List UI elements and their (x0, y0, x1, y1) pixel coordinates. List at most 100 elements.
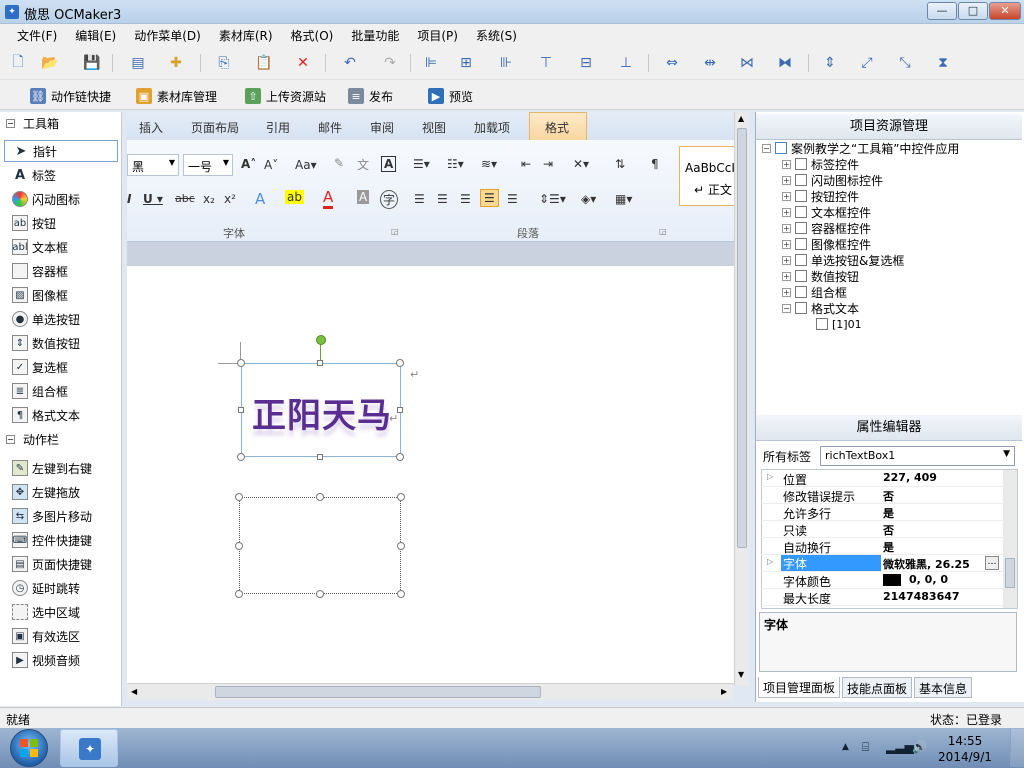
tab-format[interactable]: 格式 (545, 119, 569, 136)
open-folder-icon[interactable]: 📂 (38, 51, 62, 75)
prop-object-select[interactable]: richTextBox1 ▼ (820, 446, 1015, 466)
justify-icon[interactable]: ☰ (480, 189, 499, 207)
prop-row[interactable]: 自动换行 是 (761, 538, 1003, 555)
italic-icon[interactable]: I (127, 192, 131, 206)
font-dialog-launcher-icon[interactable]: ◲ (391, 227, 399, 236)
action-select-area[interactable]: 选中区域 (4, 601, 118, 623)
resize-handle[interactable] (397, 493, 405, 501)
increase-indent-icon[interactable]: ⇥ (543, 157, 553, 171)
prop-value[interactable]: 否 (883, 488, 894, 504)
prop-row[interactable]: 字体颜色 0, 0, 0 (761, 572, 1003, 589)
resize-handle[interactable] (317, 360, 323, 366)
v-space-icon[interactable]: ⇕ (818, 51, 842, 75)
document-page[interactable] (127, 266, 734, 686)
numbering-icon[interactable]: ☷▾ (447, 157, 464, 171)
properties-icon[interactable]: ▤ (126, 51, 150, 75)
tool-checkbox[interactable]: ✓ 复选框 (4, 356, 118, 378)
action-page-shortcut[interactable]: ▤ 页面快捷键 (4, 553, 118, 575)
align-bottom-icon[interactable]: ⊥ (614, 51, 638, 75)
align-middle-icon[interactable]: ⊟ (574, 51, 598, 75)
distributed-icon[interactable]: ☰ (507, 192, 518, 206)
menu-system[interactable]: 系统(S) (467, 27, 526, 44)
action-control-shortcut[interactable]: ⌨ 控件快捷键 (4, 529, 118, 551)
delete-icon[interactable]: ✕ (291, 51, 315, 75)
h-space-inc-icon[interactable]: ⇹ (698, 51, 722, 75)
prop-row-selected[interactable]: ▷ 字体 微软雅黑, 26.25… (761, 555, 1003, 572)
upload-button[interactable]: ⇧ 上传资源站 (245, 86, 326, 106)
tool-flash-icon[interactable]: 闪动图标 (4, 188, 118, 210)
tree-item[interactable]: − 格式文本 (782, 300, 859, 316)
prop-value[interactable]: 是 (883, 505, 894, 521)
tool-pointer[interactable]: ➤ 指针 (4, 140, 118, 162)
tree-item[interactable]: + 组合框 (782, 284, 847, 300)
underline-icon[interactable]: U ▾ (143, 192, 163, 206)
resize-handle[interactable] (317, 454, 323, 460)
tab-page-layout[interactable]: 页面布局 (191, 119, 239, 136)
tree-item[interactable]: + 单选按钮&复选框 (782, 252, 904, 268)
action-chain-button[interactable]: ⛓ 动作链快捷 (30, 86, 111, 106)
tool-numeric[interactable]: ⇕ 数值按钮 (4, 332, 118, 354)
redo-icon[interactable]: ↷ (378, 51, 402, 75)
tool-button[interactable]: ab 按钮 (4, 212, 118, 234)
align-right-icon[interactable]: ⊪ (494, 51, 518, 75)
resize-handle[interactable] (396, 453, 404, 461)
subscript-icon[interactable]: x₂ (203, 192, 215, 206)
tab-mail[interactable]: 邮件 (318, 119, 342, 136)
v-space-remove-icon[interactable]: ⧗ (931, 51, 955, 75)
sort-icon[interactable]: ⇅ (615, 157, 625, 171)
tree-root[interactable]: − 案例教学之“工具箱”中控件应用 (762, 140, 959, 156)
h-space-icon[interactable]: ⇔ (660, 51, 684, 75)
char-border-icon[interactable]: A (381, 156, 397, 172)
menu-library[interactable]: 素材库(R) (210, 27, 282, 44)
prop-value[interactable]: 2147483647 (883, 590, 960, 603)
line-spacing-icon[interactable]: ⇕☰▾ (539, 192, 566, 206)
show-marks-icon[interactable]: ¶ (651, 157, 659, 171)
prop-row[interactable]: ▷ 位置 227, 409 (761, 470, 1003, 487)
align-left-icon[interactable]: ⊫ (419, 51, 443, 75)
borders-icon[interactable]: ▦▾ (615, 192, 632, 206)
superscript-icon[interactable]: x² (224, 192, 236, 206)
puzzle-icon[interactable]: ✚ (164, 51, 188, 75)
scroll-right-icon[interactable]: ▶ (721, 687, 727, 696)
style-gallery[interactable]: AaBbCcI ↵ 正文 (679, 146, 739, 206)
resize-handle[interactable] (235, 493, 243, 501)
library-manage-button[interactable]: ▣ 素材库管理 (136, 86, 217, 106)
prop-value[interactable]: 227, 409 (883, 471, 937, 484)
tree-item[interactable]: + 标签控件 (782, 156, 859, 172)
tray-network-icon[interactable]: ▂▃▅ (886, 740, 914, 754)
tree-item[interactable]: + 文本框控件 (782, 204, 871, 220)
prop-value[interactable]: 否 (883, 522, 894, 538)
maximize-button[interactable]: □ (958, 2, 988, 20)
toolbox-group-header[interactable]: − 工具箱 (2, 114, 120, 132)
font-color-icon[interactable]: A (323, 188, 334, 209)
save-icon[interactable]: 💾 (80, 51, 104, 75)
resize-handle[interactable] (235, 590, 243, 598)
action-video[interactable]: ▶ 视频音频 (4, 649, 118, 671)
text-effect-icon[interactable]: A (255, 190, 265, 208)
resize-handle[interactable] (238, 407, 244, 413)
prop-row[interactable]: 修改错误提示 否 (761, 487, 1003, 504)
resize-handle[interactable] (397, 542, 405, 550)
prop-value[interactable]: 是 (883, 539, 894, 555)
tab-view[interactable]: 视图 (422, 119, 446, 136)
show-desktop-button[interactable] (1010, 729, 1024, 767)
rotate-handle[interactable] (316, 335, 326, 345)
prop-row[interactable]: 最大长度 2147483647 (761, 589, 1003, 606)
phonetic-icon[interactable]: 文 (357, 156, 369, 173)
horizontal-scrollbar[interactable]: ◀ ▶ (127, 683, 734, 700)
tab-insert[interactable]: 插入 (139, 119, 163, 136)
tab-review[interactable]: 审阅 (370, 119, 394, 136)
clear-format-icon[interactable]: ✎ (334, 156, 344, 170)
undo-icon[interactable]: ↶ (338, 51, 362, 75)
tray-volume-icon[interactable]: 🔊 (912, 740, 927, 754)
align-center-text-icon[interactable]: ☰ (437, 192, 448, 206)
scroll-up-icon[interactable]: ▲ (738, 114, 744, 123)
clock[interactable]: 14:55 2014/9/1 (930, 733, 1000, 765)
richtext-box-empty[interactable] (239, 497, 401, 594)
resize-handle[interactable] (316, 493, 324, 501)
resize-handle[interactable] (237, 359, 245, 367)
resize-handle[interactable] (397, 590, 405, 598)
grow-font-icon[interactable]: A˄ (241, 157, 256, 171)
tool-image[interactable]: ▨ 图像框 (4, 284, 118, 306)
tool-combobox[interactable]: ≣ 组合框 (4, 380, 118, 402)
